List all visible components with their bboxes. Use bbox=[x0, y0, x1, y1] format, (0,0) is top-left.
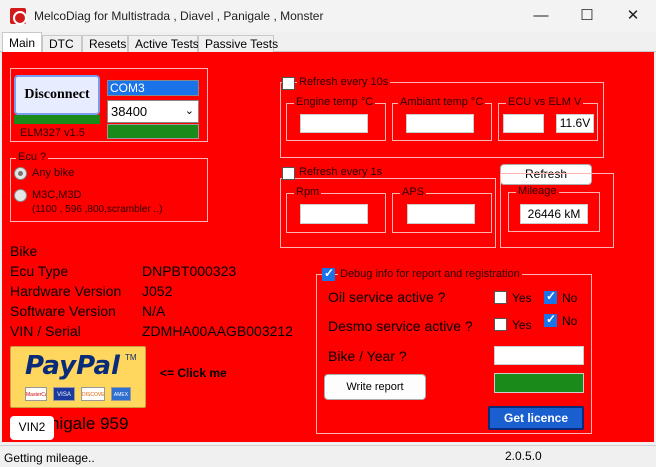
refresh-10s-checkbox[interactable] bbox=[282, 77, 295, 90]
connection-status-bar bbox=[14, 115, 100, 124]
oil-yes-label: Yes bbox=[512, 291, 532, 305]
oil-no-checkbox[interactable] bbox=[544, 289, 557, 304]
desmo-yes-checkbox[interactable] bbox=[494, 318, 507, 331]
bike-year-input[interactable] bbox=[494, 346, 584, 365]
vin-serial-label: VIN / Serial bbox=[10, 323, 81, 339]
licence-status-indicator bbox=[494, 373, 584, 393]
window-title: MelcoDiag for Multistrada , Diavel , Pan… bbox=[34, 9, 324, 23]
click-me-label: <= Click me bbox=[160, 366, 227, 380]
paypal-logo: PayPal bbox=[25, 351, 120, 381]
desmo-service-label: Desmo service active ? bbox=[328, 318, 473, 334]
mileage-label: Mileage bbox=[516, 185, 559, 197]
ecu-type-value: DNPBT000323 bbox=[142, 263, 237, 279]
connection-status-indicator bbox=[107, 124, 199, 139]
main-panel: Disconnect ELM327 v1.5 COM3 38400 ⌄ Ecu … bbox=[2, 52, 654, 442]
tab-active-tests[interactable]: Active Tests bbox=[128, 35, 199, 52]
engine-temp-label: Engine temp °C bbox=[294, 96, 376, 108]
write-report-button[interactable]: Write report bbox=[324, 374, 426, 400]
visa-icon: VISA bbox=[53, 387, 75, 401]
ecu-type-label: Ecu Type bbox=[10, 263, 69, 279]
port-selector[interactable]: COM3 bbox=[107, 80, 199, 96]
mastercard-icon: MasterCard bbox=[25, 387, 47, 401]
maximize-button[interactable]: ☐ bbox=[564, 0, 610, 32]
discover-icon: DISCOVER bbox=[81, 387, 105, 401]
debug-label: Debug info for report and registration bbox=[338, 268, 522, 280]
radio-any-bike[interactable] bbox=[14, 167, 27, 180]
hardware-version-value: J052 bbox=[142, 283, 173, 299]
baud-value: 38400 bbox=[111, 104, 148, 119]
tab-resets[interactable]: Resets bbox=[82, 35, 128, 52]
mileage-value: 26446 kM bbox=[520, 204, 588, 224]
bike-heading: Bike bbox=[10, 243, 38, 259]
ecu-voltage-field bbox=[503, 114, 544, 133]
oil-service-label: Oil service active ? bbox=[328, 289, 446, 305]
chevron-down-icon: ⌄ bbox=[184, 105, 194, 117]
software-version-label: Software Version bbox=[10, 303, 116, 319]
ambiant-temp-field bbox=[406, 114, 474, 133]
bike-model: nigale 959 bbox=[50, 414, 129, 433]
refresh-10s-label: Refresh every 10s bbox=[297, 76, 391, 88]
rpm-label: Rpm bbox=[294, 186, 322, 198]
tab-dtc[interactable]: DTC bbox=[42, 35, 82, 52]
minimize-button[interactable]: — bbox=[518, 0, 564, 32]
vin-serial-value: ZDMHA00AAGB003212 bbox=[142, 323, 293, 339]
version-label: 2.0.5.0 bbox=[505, 449, 542, 463]
software-version-value: N/A bbox=[142, 303, 166, 319]
app-icon bbox=[10, 8, 27, 25]
debug-checkbox[interactable] bbox=[322, 266, 335, 281]
bike-year-label: Bike / Year ? bbox=[328, 348, 407, 364]
desmo-yes-label: Yes bbox=[512, 318, 532, 332]
close-button[interactable]: ✕ bbox=[610, 0, 656, 32]
vin2-button[interactable]: VIN2 bbox=[10, 416, 54, 440]
oil-yes-checkbox[interactable] bbox=[494, 291, 507, 304]
refresh-1s-label: Refresh every 1s bbox=[297, 166, 385, 178]
radio-any-bike-label: Any bike bbox=[32, 167, 75, 179]
radio-m3c-m3d[interactable] bbox=[14, 189, 27, 202]
paypal-tm: TM bbox=[125, 353, 137, 362]
paypal-button[interactable]: PayPal TM MasterCard VISA DISCOVER AMEX bbox=[10, 346, 146, 408]
engine-temp-field bbox=[300, 114, 368, 133]
ecu-elm-label: ECU vs ELM V bbox=[506, 96, 584, 108]
aps-label: APS bbox=[400, 186, 427, 198]
elm-voltage-field: 11.6V bbox=[556, 114, 594, 133]
tab-passive-tests[interactable]: Passive Tests bbox=[198, 35, 278, 52]
status-bar bbox=[0, 445, 656, 467]
aps-field bbox=[407, 204, 475, 224]
baud-select[interactable]: 38400 ⌄ bbox=[107, 100, 199, 123]
status-message: Getting mileage.. bbox=[4, 451, 95, 465]
ambiant-temp-label: Ambiant temp °C bbox=[398, 96, 486, 108]
adapter-label: ELM327 v1.5 bbox=[20, 127, 85, 139]
refresh-1s-checkbox[interactable] bbox=[282, 167, 295, 180]
rpm-field bbox=[300, 204, 368, 224]
desmo-no-checkbox[interactable] bbox=[544, 312, 557, 327]
radio-m3c-models: (1100 , 596 ,800,scrambler ..) bbox=[32, 204, 163, 215]
oil-no-label: No bbox=[562, 291, 578, 305]
disconnect-button[interactable]: Disconnect bbox=[14, 75, 100, 115]
hardware-version-label: Hardware Version bbox=[10, 283, 122, 299]
get-licence-button[interactable]: Get licence bbox=[488, 406, 584, 430]
radio-m3c-label: M3C,M3D bbox=[32, 189, 82, 201]
amex-icon: AMEX bbox=[111, 387, 131, 401]
ecu-group-title: Ecu ? bbox=[16, 151, 49, 163]
tab-main[interactable]: Main bbox=[2, 32, 42, 53]
desmo-no-label: No bbox=[562, 314, 578, 328]
